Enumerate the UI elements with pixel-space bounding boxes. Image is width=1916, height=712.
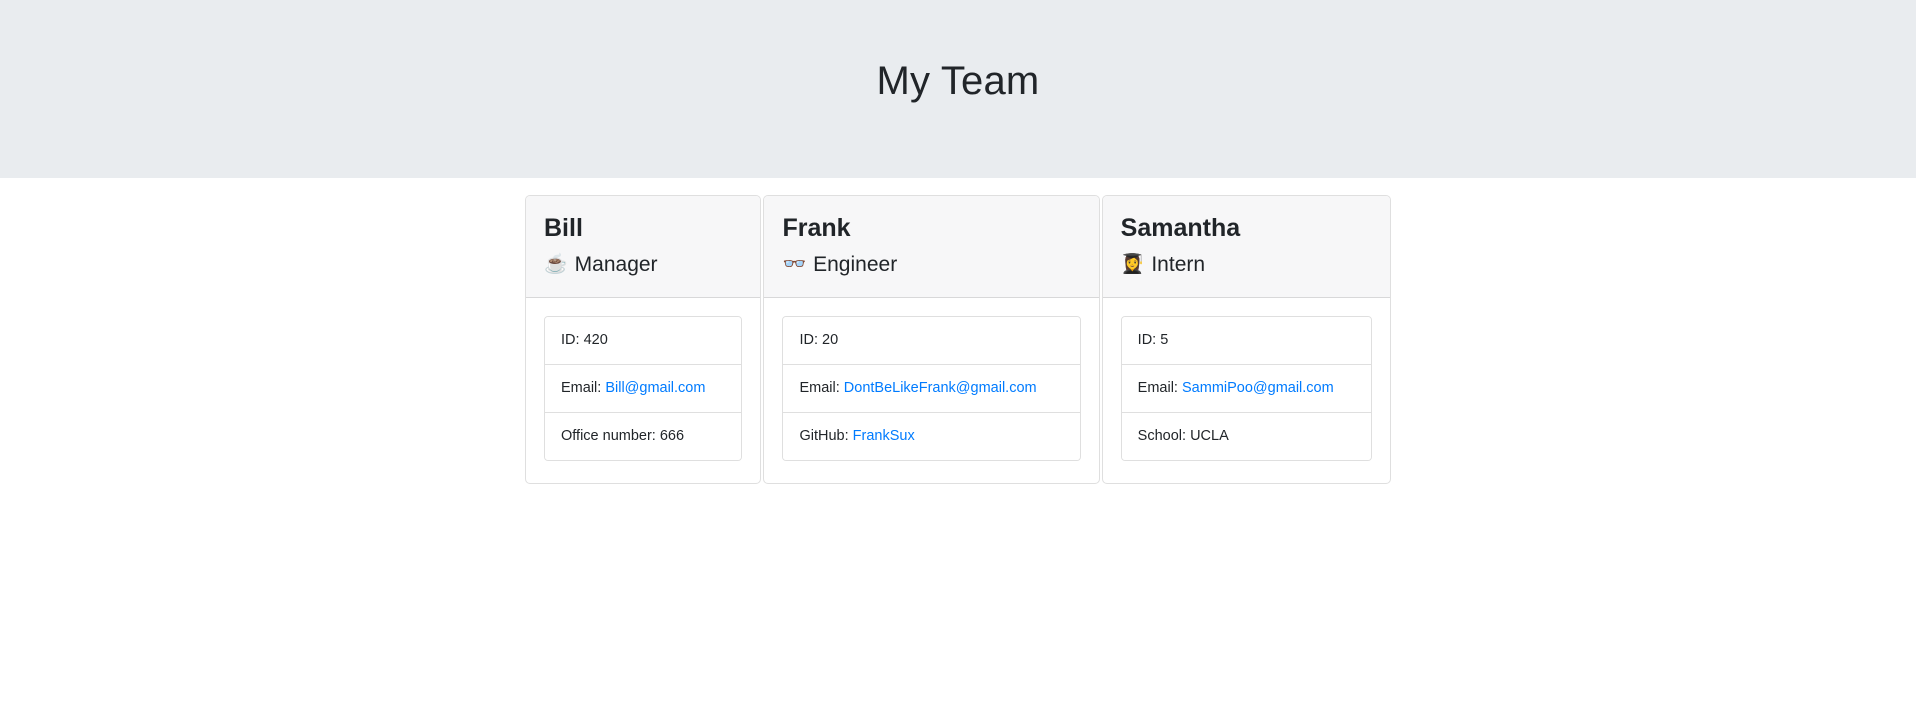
card-body: ID: 20 Email: DontBeLikeFrank@gmail.com … <box>764 298 1098 483</box>
list-item: ID: 20 <box>783 316 1080 365</box>
list-item: ID: 5 <box>1121 316 1371 365</box>
list-item: ID: 420 <box>545 316 742 365</box>
member-role-label: Engineer <box>813 252 898 276</box>
detail-value: 20 <box>822 331 839 348</box>
detail-label: ID: <box>799 331 823 348</box>
member-name: Frank <box>782 214 851 242</box>
detail-label: Email: <box>799 379 844 396</box>
card-header: Bill ☕ Manager <box>526 196 761 298</box>
member-role-label: Manager <box>574 252 658 276</box>
member-detail-list: ID: 20 Email: DontBeLikeFrank@gmail.com … <box>782 315 1081 461</box>
card-header: Samantha 👩‍🎓 Intern <box>1102 196 1390 298</box>
team-member-card: Samantha 👩‍🎓 Intern ID: 5 Email: SammiPo… <box>1101 195 1391 484</box>
detail-value: 5 <box>1160 331 1169 348</box>
team-cards-container: Bill ☕ Manager ID: 420 Email: Bill@gmail… <box>0 178 1916 484</box>
member-role-label: Intern <box>1151 252 1206 276</box>
email-link[interactable]: Bill@gmail.com <box>605 380 705 396</box>
list-item: Email: SammiPoo@gmail.com <box>1121 364 1371 413</box>
team-member-card: Bill ☕ Manager ID: 420 Email: Bill@gmail… <box>525 195 762 484</box>
list-item: Email: Bill@gmail.com <box>545 364 742 413</box>
detail-label: Email: <box>561 379 606 396</box>
member-role: ☕ Manager <box>544 251 742 279</box>
detail-label: ID: <box>1137 331 1161 348</box>
coffee-cup-icon: ☕ <box>544 254 568 276</box>
list-item: Office number: 666 <box>545 412 742 460</box>
detail-label: GitHub: <box>799 427 853 444</box>
email-link[interactable]: DontBeLikeFrank@gmail.com <box>844 380 1037 396</box>
list-item: Email: DontBeLikeFrank@gmail.com <box>783 364 1080 413</box>
page-title: My Team <box>876 59 1040 103</box>
card-body: ID: 5 Email: SammiPoo@gmail.com School: … <box>1103 298 1390 483</box>
list-item: School: UCLA <box>1121 412 1371 460</box>
detail-value: 420 <box>583 331 608 348</box>
detail-value: UCLA <box>1190 427 1229 444</box>
detail-label: ID: <box>561 331 584 348</box>
email-link[interactable]: SammiPoo@gmail.com <box>1182 380 1334 396</box>
list-item: GitHub: FrankSux <box>783 412 1080 460</box>
eyeglasses-icon: 👓 <box>782 254 807 276</box>
member-name: Bill <box>544 214 583 242</box>
graduate-icon: 👩‍🎓 <box>1120 254 1145 276</box>
card-body: ID: 420 Email: Bill@gmail.com Office num… <box>526 298 760 483</box>
page-jumbotron: My Team <box>0 0 1916 178</box>
team-member-card: Frank 👓 Engineer ID: 20 Email: DontBeLik… <box>763 195 1100 484</box>
member-role: 👓 Engineer <box>782 251 1080 279</box>
member-role: 👩‍🎓 Intern <box>1121 251 1372 279</box>
github-link[interactable]: FrankSux <box>853 428 915 444</box>
card-group: Bill ☕ Manager ID: 420 Email: Bill@gmail… <box>525 195 1391 484</box>
card-header: Frank 👓 Engineer <box>764 196 1099 298</box>
member-detail-list: ID: 5 Email: SammiPoo@gmail.com School: … <box>1120 315 1372 461</box>
member-name: Samantha <box>1120 214 1241 242</box>
detail-value: 666 <box>659 427 685 444</box>
detail-label: Email: <box>1137 379 1182 396</box>
detail-label: School: <box>1137 427 1191 444</box>
member-detail-list: ID: 420 Email: Bill@gmail.com Office num… <box>544 315 743 461</box>
detail-label: Office number: <box>561 427 660 444</box>
